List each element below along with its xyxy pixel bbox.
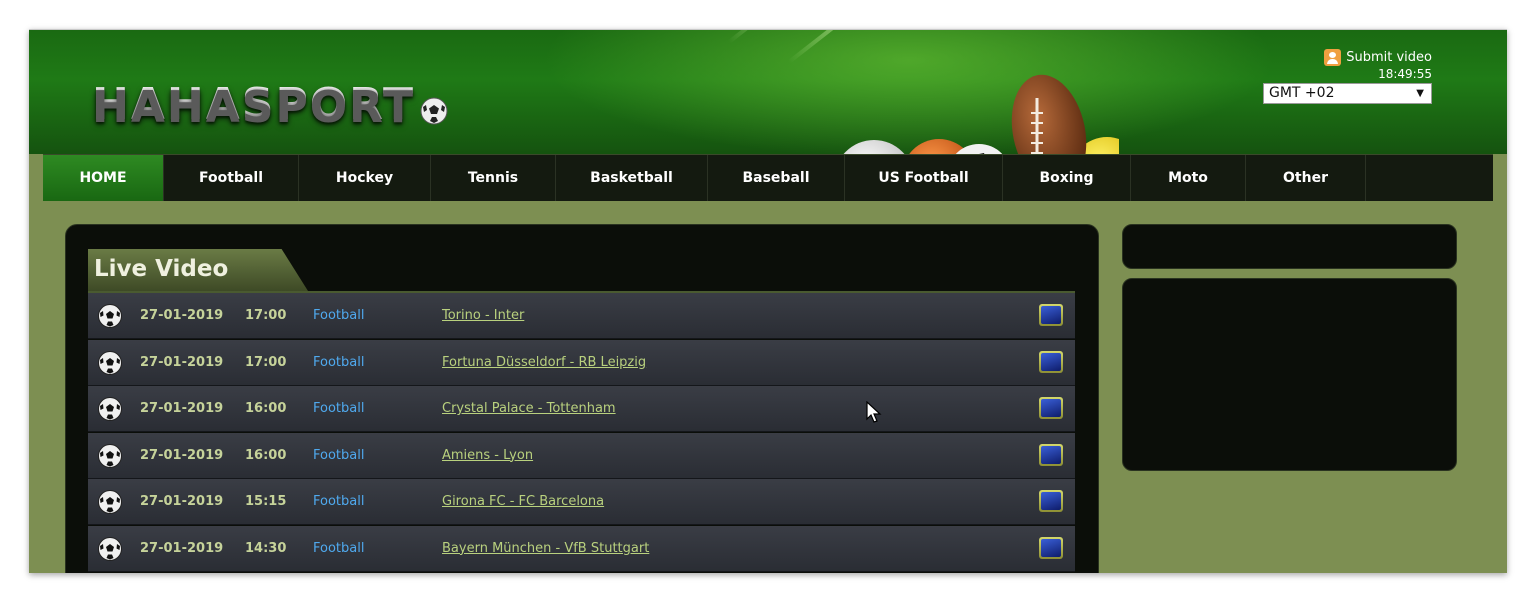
list-item: 27-01-2019 17:00 Football Fortuna Düssel…	[88, 339, 1075, 386]
soccer-ball-icon	[419, 96, 449, 130]
list-item: 27-01-2019 16:00 Football Crystal Palace…	[88, 386, 1075, 432]
match-date: 27-01-2019	[140, 494, 224, 509]
soccer-ball-icon	[97, 350, 123, 380]
tv-icon[interactable]	[1039, 397, 1063, 419]
match-link[interactable]: Amiens - Lyon	[442, 448, 533, 463]
nav-label: Baseball	[742, 170, 810, 186]
dropdown-arrow-icon: ▼	[1416, 88, 1424, 99]
match-date: 27-01-2019	[140, 540, 224, 556]
nav-item-basketball[interactable]: Basketball	[556, 155, 708, 201]
list-item: 27-01-2019 16:00 Football Amiens - Lyon	[88, 432, 1075, 479]
nav-label: Boxing	[1039, 170, 1094, 186]
match-link[interactable]: Girona FC - FC Barcelona	[442, 494, 604, 509]
list-item: 27-01-2019 15:15 Football Girona FC - FC…	[88, 479, 1075, 525]
nav-label: Moto	[1168, 170, 1208, 186]
match-date: 27-01-2019	[140, 447, 224, 463]
live-video-panel: Live Video 27-01-2019 17:00 Football Tor…	[65, 224, 1099, 573]
sport-link[interactable]: Football	[313, 308, 364, 323]
tv-icon[interactable]	[1039, 443, 1063, 466]
match-time: 17:00	[245, 354, 287, 370]
tv-icon[interactable]	[1039, 350, 1063, 373]
submit-video-label: Submit video	[1346, 50, 1432, 65]
nav-item-other[interactable]: Other	[1246, 155, 1366, 201]
clock: 18:49:55	[1378, 67, 1432, 81]
sport-link[interactable]: Football	[313, 541, 364, 556]
user-icon	[1324, 49, 1342, 66]
nav-item-moto[interactable]: Moto	[1131, 155, 1246, 201]
match-link[interactable]: Torino - Inter	[442, 308, 524, 323]
tv-icon[interactable]	[1039, 536, 1063, 559]
match-date: 27-01-2019	[140, 354, 224, 370]
nav-label: Other	[1283, 170, 1328, 186]
nav-item-home[interactable]: HOME	[43, 155, 164, 201]
timezone-select[interactable]: GMT +02 ▼	[1263, 83, 1432, 104]
match-link[interactable]: Fortuna Düsseldorf - RB Leipzig	[442, 355, 646, 370]
nav-item-football[interactable]: Football	[164, 155, 299, 201]
tv-icon[interactable]	[1039, 490, 1063, 512]
soccer-ball-icon	[97, 396, 123, 426]
sports-balls-icon	[843, 74, 1119, 154]
nav-label: Tennis	[467, 170, 519, 186]
list-item: 27-01-2019 17:00 Football Torino - Inter	[88, 293, 1075, 339]
site-header: HAHASPORT Submit video 18:49:55 GMT +02 …	[29, 30, 1507, 154]
soccer-ball-icon	[97, 536, 123, 566]
nav-item-hockey[interactable]: Hockey	[299, 155, 431, 201]
sport-link[interactable]: Football	[313, 401, 364, 416]
main-nav: HOME Football Hockey Tennis Basketball B…	[43, 154, 1493, 201]
timezone-value: GMT +02	[1269, 85, 1335, 101]
nav-item-baseball[interactable]: Baseball	[708, 155, 845, 201]
panel-title: Live Video	[94, 256, 229, 282]
nav-item-boxing[interactable]: Boxing	[1003, 155, 1131, 201]
match-time: 14:30	[245, 540, 287, 556]
sport-link[interactable]: Football	[313, 448, 364, 463]
browser-viewport: HAHASPORT Submit video 18:49:55 GMT +02 …	[29, 29, 1507, 573]
nav-item-us-football[interactable]: US Football	[845, 155, 1003, 201]
match-time: 16:00	[245, 447, 287, 463]
sidebar-panel-top	[1122, 224, 1457, 269]
sport-link[interactable]: Football	[313, 355, 364, 370]
nav-label: Football	[199, 170, 263, 186]
soccer-ball-icon	[97, 489, 123, 519]
soccer-ball-icon	[97, 303, 123, 333]
sport-link[interactable]: Football	[313, 494, 364, 509]
sidebar-panel	[1122, 278, 1457, 471]
nav-label: Hockey	[335, 170, 394, 186]
match-date: 27-01-2019	[140, 308, 224, 323]
tv-icon[interactable]	[1039, 304, 1063, 326]
nav-item-tennis[interactable]: Tennis	[431, 155, 556, 201]
match-time: 16:00	[245, 401, 287, 416]
match-link[interactable]: Bayern München - VfB Stuttgart	[442, 541, 649, 556]
nav-label: US Football	[878, 170, 969, 186]
submit-video-link[interactable]: Submit video	[1324, 49, 1432, 66]
nav-label: Basketball	[590, 170, 673, 186]
soccer-ball-icon	[97, 443, 123, 473]
match-time: 15:15	[245, 494, 287, 509]
logo-text: HAHASPORT	[92, 78, 416, 130]
match-link[interactable]: Crystal Palace - Tottenham	[442, 401, 616, 416]
list-item: 27-01-2019 14:30 Football Bayern München…	[88, 525, 1075, 572]
match-time: 17:00	[245, 308, 287, 323]
site-logo[interactable]: HAHASPORT	[92, 76, 449, 132]
mouse-cursor-icon	[866, 401, 882, 423]
live-video-tab: Live Video	[88, 249, 308, 291]
live-video-list: 27-01-2019 17:00 Football Torino - Inter…	[88, 293, 1075, 572]
nav-label: HOME	[79, 170, 127, 186]
match-date: 27-01-2019	[140, 401, 224, 416]
